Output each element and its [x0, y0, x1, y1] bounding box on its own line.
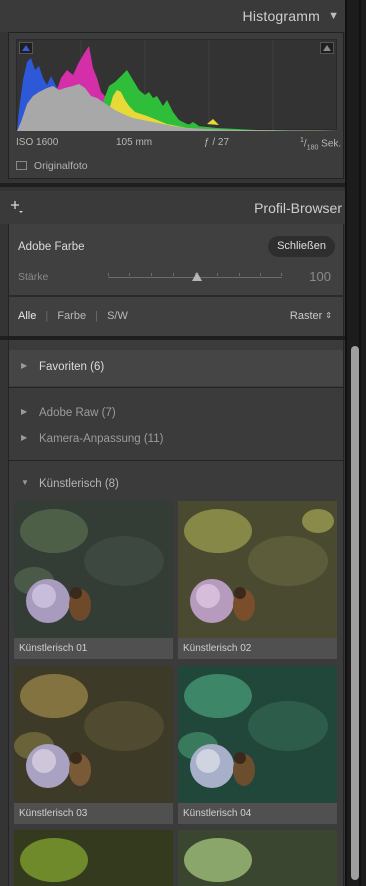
category-label: Adobe Raw (7): [39, 407, 116, 419]
filter-separator: |: [45, 310, 49, 322]
thumbnail-label: Künstlerisch 01: [14, 638, 173, 659]
category-label: Favoriten (6): [39, 361, 105, 373]
slider-tick: [217, 273, 218, 276]
exif-info-row: ISO 1600 105 mm ƒ / 27 1/180 Sek.: [16, 137, 341, 151]
profile-thumbnail-04[interactable]: Künstlerisch 04: [178, 666, 337, 824]
thumbnail-label: Künstlerisch 03: [14, 803, 173, 824]
focal-length-value: 105 mm: [116, 137, 153, 148]
scrollbar-thumb[interactable]: [351, 346, 359, 880]
profile-thumbnail-02[interactable]: Künstlerisch 02: [178, 501, 337, 659]
histogram-plot: [17, 40, 338, 131]
category-label: Künstlerisch (8): [39, 478, 119, 490]
divider: [9, 295, 345, 297]
slider-tick: [260, 273, 261, 276]
category-label: Kamera-Anpassung (11): [39, 433, 164, 445]
thumbnail-image: [178, 666, 337, 803]
divider: [9, 387, 343, 388]
updown-chevron-icon: ⇕: [325, 311, 332, 320]
current-profile-name: Adobe Farbe: [18, 241, 85, 253]
histogram-panel: ISO 1600 105 mm ƒ / 27 1/180 Sek. Origin…: [8, 32, 344, 179]
divider: [345, 0, 347, 886]
profile-controls: Adobe Farbe Schließen Stärke 100 Alle | …: [8, 224, 345, 336]
filter-all[interactable]: Alle: [18, 310, 36, 322]
expand-arrow-icon: ▶: [21, 433, 28, 442]
slider-tick: [108, 273, 109, 276]
thumbnail-image: [14, 501, 173, 638]
slider-tick: [239, 273, 240, 276]
original-photo-checkbox[interactable]: [16, 161, 27, 170]
develop-right-panel: Histogramm ▼ ISO 1600 105 mm ƒ / 27 1/18…: [0, 0, 345, 886]
strength-value[interactable]: 100: [309, 269, 331, 284]
filter-bw[interactable]: S/W: [107, 310, 128, 322]
profile-thumbnail-03[interactable]: Künstlerisch 03: [14, 666, 173, 824]
category-favorites[interactable]: ▶ Favoriten (6): [9, 356, 343, 380]
shadow-clipping-toggle[interactable]: [19, 42, 33, 54]
thumbnail-label: Künstlerisch 04: [178, 803, 337, 824]
category-artistic[interactable]: ▼ Künstlerisch (8): [9, 473, 343, 497]
strength-slider-thumb[interactable]: [192, 272, 202, 281]
highlight-clipping-toggle[interactable]: [320, 42, 334, 54]
thumbnail-image: [178, 830, 337, 886]
shutter-value: 1/180 Sek.: [300, 137, 342, 152]
iso-value: ISO 1600: [16, 137, 59, 148]
divider: [9, 460, 343, 461]
profile-filter-tabs: Alle | Farbe | S/W: [18, 310, 128, 322]
divider: [359, 0, 361, 886]
expand-arrow-icon: ▶: [21, 407, 28, 416]
category-camera-matching[interactable]: ▶ Kamera-Anpassung (11): [9, 428, 343, 452]
collapse-arrow-icon: ▼: [21, 478, 29, 487]
profile-browser-title: Profil-Browser: [254, 200, 342, 216]
histogram-header[interactable]: Histogramm ▼: [0, 0, 345, 32]
category-adobe-raw[interactable]: ▶ Adobe Raw (7): [9, 402, 343, 426]
original-photo-label: Originalfoto: [33, 160, 88, 172]
filter-color[interactable]: Farbe: [57, 310, 86, 322]
thumbnail-label: Künstlerisch 02: [178, 638, 337, 659]
original-photo-toggle[interactable]: Originalfoto: [16, 160, 88, 172]
aperture-value: ƒ / 27: [204, 137, 230, 148]
profile-thumbnail-06[interactable]: [178, 830, 337, 886]
thumbnail-image: [14, 666, 173, 803]
expand-arrow-icon: ▶: [21, 361, 28, 370]
strength-label: Stärke: [18, 271, 49, 283]
slider-tick: [281, 273, 282, 276]
close-button[interactable]: Schließen: [268, 236, 335, 257]
view-mode-label: Raster: [289, 310, 323, 322]
panel-divider: [0, 183, 345, 187]
view-mode-select[interactable]: Raster ⇕: [290, 310, 332, 322]
histogram-graph[interactable]: [16, 39, 338, 131]
profile-thumbnail-01[interactable]: Künstlerisch 01: [14, 501, 173, 659]
histogram-speck-green: [187, 122, 199, 126]
thumbnail-image: [178, 501, 337, 638]
histogram-title: Histogramm: [242, 8, 320, 24]
profile-thumbnail-05[interactable]: [14, 830, 173, 886]
thumbnail-image: [14, 830, 173, 886]
add-profile-icon[interactable]: [10, 200, 24, 214]
collapse-triangle-icon[interactable]: ▼: [328, 10, 339, 22]
profile-category-list: ▶ Favoriten (6) ▶ Adobe Raw (7) ▶ Kamera…: [8, 340, 344, 886]
slider-tick: [129, 273, 130, 276]
slider-tick: [173, 273, 174, 276]
filter-separator: |: [95, 310, 98, 322]
slider-tick: [151, 273, 152, 276]
profile-browser-header: Profil-Browser: [0, 191, 345, 224]
